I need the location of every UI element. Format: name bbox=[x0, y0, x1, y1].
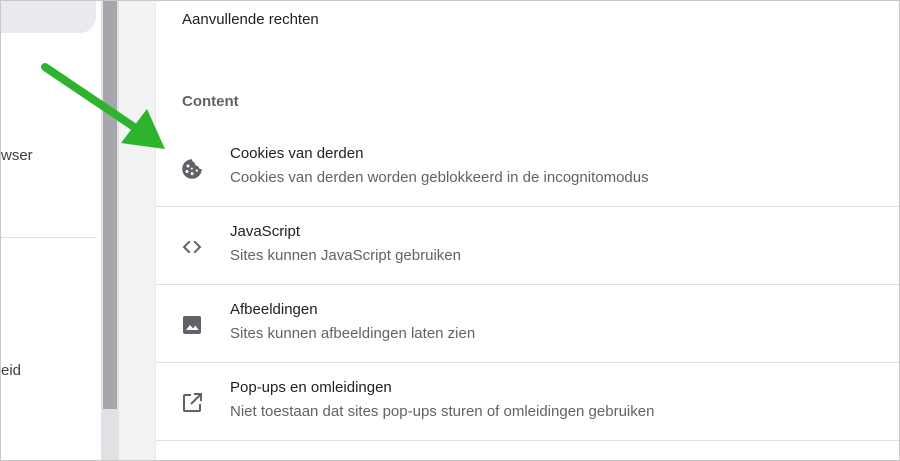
setting-title: JavaScript bbox=[230, 223, 301, 240]
browser-frame: wser eid Aanvullende rechten Content Coo… bbox=[0, 0, 900, 461]
sidebar-selected-item[interactable] bbox=[1, 1, 96, 33]
sidebar-item-browser[interactable]: wser bbox=[1, 147, 33, 164]
setting-row-javascript[interactable]: JavaScript Sites kunnen JavaScript gebru… bbox=[156, 207, 899, 285]
row-divider bbox=[156, 440, 899, 441]
setting-title: Afbeeldingen bbox=[230, 301, 318, 318]
setting-row-popups-redirects[interactable]: Pop-ups en omleidingen Niet toestaan dat… bbox=[156, 363, 899, 441]
setting-title: Pop-ups en omleidingen bbox=[230, 379, 392, 396]
setting-row-third-party-cookies[interactable]: Cookies van derden Cookies van derden wo… bbox=[156, 129, 899, 207]
open-in-new-icon bbox=[183, 393, 202, 412]
sidebar-divider bbox=[1, 237, 97, 238]
section-title-content: Content bbox=[182, 93, 239, 110]
setting-subtitle: Sites kunnen JavaScript gebruiken bbox=[230, 247, 461, 264]
image-icon bbox=[183, 316, 201, 334]
setting-subtitle: Cookies van derden worden geblokkeerd in… bbox=[230, 169, 649, 186]
cookie-icon bbox=[182, 159, 202, 179]
setting-title: Cookies van derden bbox=[230, 145, 364, 162]
setting-subtitle: Niet toestaan dat sites pop-ups sturen o… bbox=[230, 403, 655, 420]
setting-row-images[interactable]: Afbeeldingen Sites kunnen afbeeldingen l… bbox=[156, 285, 899, 363]
site-settings-panel: Aanvullende rechten Content Cookies van … bbox=[155, 1, 899, 460]
annotation-arrow-icon bbox=[41, 63, 165, 149]
code-icon bbox=[182, 240, 202, 254]
additional-rights-link[interactable]: Aanvullende rechten bbox=[182, 11, 319, 28]
sidebar-item-privacy[interactable]: eid bbox=[1, 362, 21, 379]
setting-subtitle: Sites kunnen afbeeldingen laten zien bbox=[230, 325, 476, 342]
